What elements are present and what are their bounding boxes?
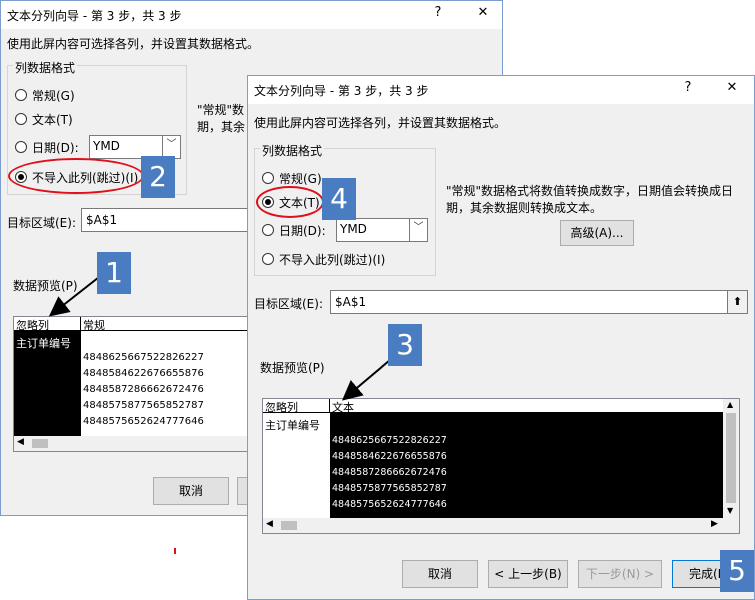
front-preview-label: 数据预览(P) <box>260 361 325 375</box>
front-prev-button[interactable]: < 上一步(B) <box>488 560 568 588</box>
step-badge-1: 1 <box>97 252 131 294</box>
front-dest-input[interactable]: $A$1 ⬆ <box>330 290 748 314</box>
scroll-right-icon[interactable]: ▶ <box>711 519 718 529</box>
front-desc-line2: 期，其余数据则转换成文本。 <box>446 201 603 215</box>
front-title: 文本分列向导 - 第 3 步，共 3 步 <box>254 84 429 98</box>
front-group-title: 列数据格式 <box>260 142 325 159</box>
front-cell-1: 4848625667522826227 <box>332 435 447 446</box>
front-advanced-button[interactable]: 高级(A)... <box>560 220 634 246</box>
back-cell-1: 4848625667522826227 <box>83 352 204 363</box>
back-instruction: 使用此屏内容可选择各列，并设置其数据格式。 <box>7 37 260 51</box>
scroll-down-icon[interactable]: ▼ <box>727 506 733 515</box>
front-label-skip: 不导入此列(跳过)(I) <box>279 253 386 267</box>
back-cell-2: 4848584622676655876 <box>83 368 204 379</box>
front-date-value: YMD <box>340 222 367 236</box>
front-cell-5: 4848575652624777646 <box>332 499 447 510</box>
step-badge-3: 3 <box>388 324 422 366</box>
back-cell-4: 4848575877565852787 <box>83 400 204 411</box>
back-cancel-button[interactable]: 取消 <box>153 477 229 505</box>
back-group-title: 列数据格式 <box>13 59 78 76</box>
front-col1-header[interactable]: 忽略列 <box>263 399 330 414</box>
front-hscroll-thumb[interactable] <box>281 521 297 530</box>
front-dest-value: $A$1 <box>335 295 367 309</box>
back-close-icon[interactable]: ✕ <box>471 5 495 20</box>
scroll-left-icon[interactable]: ◀ <box>266 519 273 529</box>
step-badge-2: 2 <box>141 156 175 198</box>
front-hscrollbar[interactable]: ◀ ▶ <box>263 518 739 533</box>
collapse-dialog-icon[interactable]: ⬆ <box>727 291 747 313</box>
back-col2-header[interactable]: 常规 <box>81 317 250 332</box>
back-cell-5: 4848575652624777646 <box>83 416 204 427</box>
back-dest-input[interactable]: $A$1 <box>81 208 251 232</box>
stray-mark <box>174 548 176 554</box>
front-vscrollbar[interactable]: ▲ ▼ <box>723 399 739 518</box>
front-label-general: 常规(G) <box>279 172 322 186</box>
front-vscroll-thumb[interactable] <box>726 413 736 503</box>
front-dialog: 文本分列向导 - 第 3 步，共 3 步 ? ✕ 使用此屏内容可选择各列，并设置… <box>247 75 755 600</box>
highlight-skip-option <box>8 158 144 194</box>
front-next-button[interactable]: 下一步(N) > <box>578 560 662 588</box>
front-radio-general[interactable] <box>262 172 274 184</box>
back-help-button[interactable]: ? <box>426 5 450 20</box>
back-desc-line1: "常规"数 <box>197 103 245 117</box>
back-preview: 忽略列 常规 主订单编号 4848625667522826227 4848584… <box>13 316 250 452</box>
back-preview-label: 数据预览(P) <box>13 279 78 293</box>
front-cancel-button[interactable]: 取消 <box>402 560 478 588</box>
front-radio-date[interactable] <box>262 224 274 236</box>
front-label-date: 日期(D): <box>279 224 326 238</box>
step-badge-4: 4 <box>322 178 356 220</box>
back-dest-label: 目标区域(E): <box>7 216 76 230</box>
back-col1-header[interactable]: 忽略列 <box>14 317 81 332</box>
front-preview: 忽略列 文本 主订单编号 4848625667522826227 4848584… <box>262 398 740 534</box>
back-scroll-left-icon[interactable]: ◀ <box>17 437 24 447</box>
back-scroll-thumb[interactable] <box>32 439 48 448</box>
back-hscrollbar[interactable]: ◀ <box>14 436 248 451</box>
front-close-icon[interactable]: ✕ <box>720 80 744 95</box>
front-radio-skip[interactable] <box>262 253 274 265</box>
front-help-button[interactable]: ? <box>676 80 700 95</box>
chevron-down-icon: ﹀ <box>162 136 180 158</box>
front-cell-2: 4848584622676655876 <box>332 451 447 462</box>
front-cell-header: 主订单编号 <box>265 419 320 432</box>
back-titlebar: 文本分列向导 - 第 3 步，共 3 步 ? ✕ <box>1 1 502 29</box>
chevron-down-icon: ﹀ <box>409 219 427 241</box>
step-badge-5: 5 <box>720 550 754 592</box>
back-dest-value: $A$1 <box>86 213 118 227</box>
back-radio-date[interactable] <box>15 141 27 153</box>
front-col2-header[interactable]: 文本 <box>330 399 723 414</box>
back-desc-line2: 期，其余 <box>197 120 246 134</box>
back-label-general: 常规(G) <box>32 89 75 103</box>
back-cell-3: 4848587286662672476 <box>83 384 204 395</box>
front-desc-line1: "常规"数据格式将数值转换成数字，日期值会转换成日 <box>446 184 734 198</box>
front-dest-label: 目标区域(E): <box>254 297 323 311</box>
highlight-text-option <box>256 186 324 218</box>
front-instruction: 使用此屏内容可选择各列，并设置其数据格式。 <box>254 116 507 130</box>
back-title: 文本分列向导 - 第 3 步，共 3 步 <box>7 9 182 23</box>
front-date-select[interactable]: YMD ﹀ <box>336 218 428 242</box>
back-radio-text[interactable] <box>15 113 27 125</box>
back-label-text: 文本(T) <box>32 113 73 127</box>
back-date-value: YMD <box>93 139 120 153</box>
front-cell-3: 4848587286662672476 <box>332 467 447 478</box>
front-titlebar: 文本分列向导 - 第 3 步，共 3 步 ? ✕ <box>248 76 754 104</box>
scroll-up-icon[interactable]: ▲ <box>727 400 733 409</box>
back-cell-header: 主订单编号 <box>16 337 71 350</box>
back-label-date: 日期(D): <box>32 141 79 155</box>
back-radio-general[interactable] <box>15 89 27 101</box>
front-cell-4: 4848575877565852787 <box>332 483 447 494</box>
